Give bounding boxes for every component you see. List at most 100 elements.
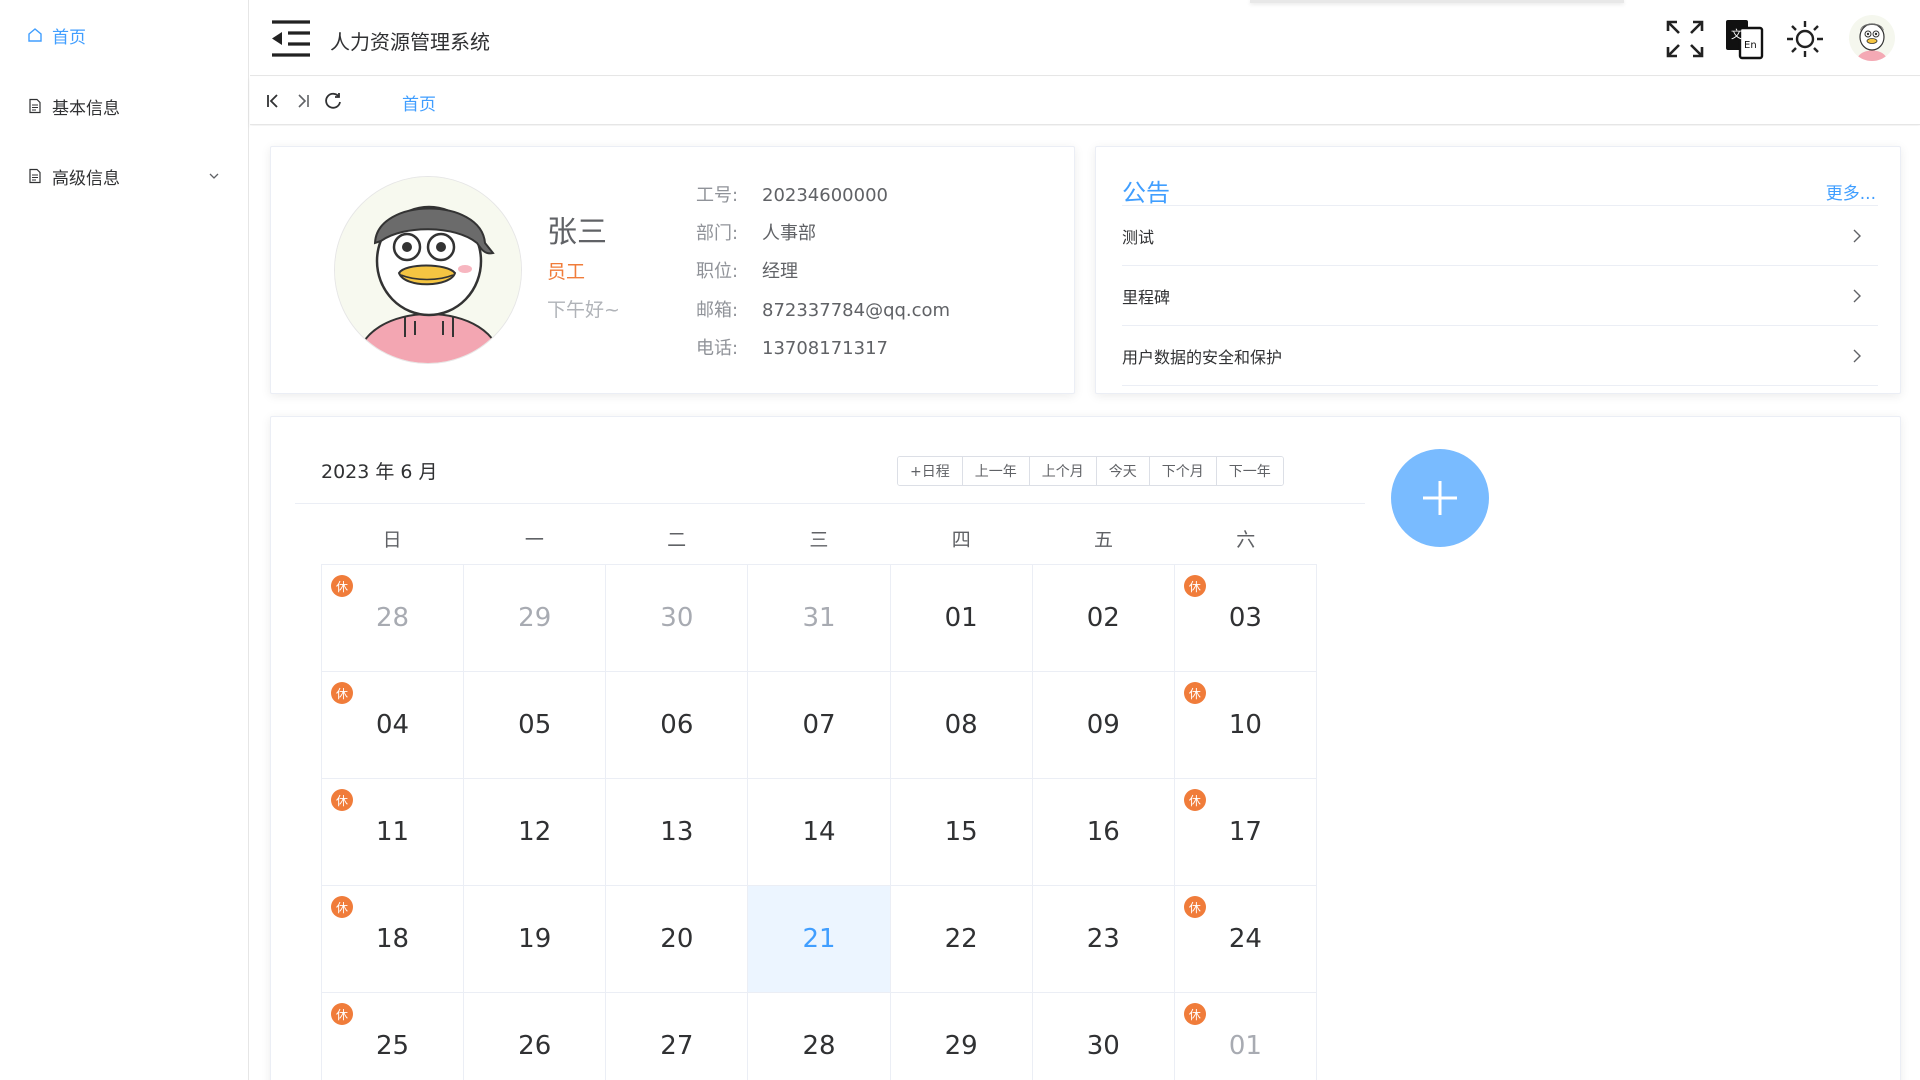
calendar-day[interactable]: 26 (464, 993, 607, 1080)
calendar-day[interactable]: 休 17 (1174, 779, 1317, 886)
calendar-day[interactable]: 休 18 (322, 886, 465, 993)
calendar-week: 休 25 26 27 28 29 30 休 01 (322, 993, 1317, 1080)
calendar-day[interactable]: 13 (606, 779, 749, 886)
field-label: 邮箱: (696, 300, 739, 321)
tab-home[interactable]: 首页 (402, 90, 436, 115)
calendar-day[interactable]: 06 (606, 672, 749, 779)
notice-item[interactable]: 测试 (1122, 206, 1878, 266)
last-page-icon[interactable] (292, 90, 314, 112)
rest-badge: 休 (331, 896, 353, 918)
app-title: 人力资源管理系统 (330, 30, 490, 54)
calendar-day[interactable]: 29 (464, 565, 607, 672)
fullscreen-icon[interactable] (1664, 18, 1706, 60)
day-number: 20 (660, 924, 694, 954)
rest-badge: 休 (331, 575, 353, 597)
calendar-day[interactable]: 19 (464, 886, 607, 993)
rest-badge: 休 (331, 1003, 353, 1025)
calendar-day[interactable]: 14 (748, 779, 891, 886)
weekday-label: 四 (951, 529, 971, 551)
calendar-day-today[interactable]: 21 (748, 886, 891, 993)
calendar-day[interactable]: 休 10 (1174, 672, 1317, 779)
sidebar-item-home[interactable]: 首页 (0, 7, 248, 63)
calendar-day[interactable]: 28 (748, 993, 891, 1080)
calendar-day[interactable]: 30 (606, 565, 749, 672)
day-number: 30 (660, 603, 694, 633)
calendar-day[interactable]: 02 (1032, 565, 1175, 672)
day-number: 24 (1228, 924, 1262, 954)
calendar-day[interactable]: 01 (890, 565, 1033, 672)
sidebar-item-label: 基本信息 (52, 98, 120, 119)
divider (1122, 385, 1878, 386)
calendar-week: 休 28 29 30 31 01 02 休 03 (322, 565, 1317, 672)
chevron-down-icon[interactable] (206, 168, 222, 184)
next-month-button[interactable]: 下个月 (1149, 457, 1217, 485)
notice-card: 公告 更多... 测试 里程碑 用户数据的安全和保护 (1095, 146, 1901, 394)
calendar-day[interactable]: 20 (606, 886, 749, 993)
calendar-day[interactable]: 休 04 (322, 672, 465, 779)
first-page-icon[interactable] (262, 90, 284, 112)
top-header: 人力资源管理系统 文 En (250, 0, 1920, 76)
calendar-day[interactable]: 休 01 (1175, 993, 1317, 1080)
avatar[interactable] (1849, 15, 1895, 61)
field-value: 872337784@qq.com (762, 300, 951, 321)
day-number: 05 (518, 710, 552, 740)
calendar-day[interactable]: 休 24 (1174, 886, 1317, 993)
calendar-title: 2023 年 6 月 (321, 461, 438, 483)
calendar-day[interactable]: 29 (891, 993, 1033, 1080)
day-number: 19 (518, 924, 552, 954)
sun-icon[interactable] (1784, 18, 1826, 60)
add-event-fab[interactable] (1391, 449, 1489, 547)
calendar-day[interactable]: 22 (890, 886, 1033, 993)
prev-month-button[interactable]: 上个月 (1029, 457, 1097, 485)
rest-badge: 休 (1183, 682, 1206, 704)
calendar-day[interactable]: 05 (464, 672, 607, 779)
notice-item[interactable]: 用户数据的安全和保护 (1122, 326, 1878, 386)
calendar-day[interactable]: 27 (606, 993, 749, 1080)
weekday-label: 五 (1093, 529, 1113, 551)
sidebar-item-advanced-info[interactable]: 高级信息 (0, 148, 248, 204)
calendar-day[interactable]: 16 (1032, 779, 1175, 886)
calendar-day[interactable]: 09 (1032, 672, 1175, 779)
notice-item[interactable]: 里程碑 (1122, 266, 1878, 326)
notice-item-label: 里程碑 (1122, 288, 1171, 307)
rest-badge: 休 (1183, 575, 1206, 597)
day-number: 06 (660, 710, 694, 740)
calendar-day[interactable]: 15 (890, 779, 1033, 886)
refresh-icon[interactable] (322, 90, 344, 112)
profile-field-position: 职位: 经理 (696, 257, 798, 283)
menu-fold-icon[interactable] (270, 18, 312, 58)
divider (295, 503, 1365, 504)
calendar-day[interactable]: 休 28 (322, 565, 465, 672)
rest-badge: 休 (1183, 1003, 1206, 1025)
day-number: 30 (1086, 1031, 1120, 1061)
field-value: 13708171317 (762, 338, 888, 359)
calendar-nav-group: +日程 上一年 上个月 今天 下个月 下一年 (897, 456, 1284, 486)
translate-icon[interactable]: 文 En (1724, 18, 1766, 60)
calendar-day[interactable]: 08 (890, 672, 1033, 779)
document-icon (26, 167, 44, 185)
calendar-day[interactable]: 12 (464, 779, 607, 886)
calendar-day[interactable]: 31 (748, 565, 891, 672)
employee-name: 张三 (547, 215, 607, 250)
calendar-day[interactable]: 休 25 (322, 993, 465, 1080)
day-number: 28 (802, 1031, 836, 1061)
today-button[interactable]: 今天 (1096, 457, 1150, 485)
calendar-week: 休 11 12 13 14 15 16 休 17 (322, 779, 1317, 886)
day-number: 28 (376, 603, 410, 633)
calendar-day[interactable]: 休 11 (322, 779, 465, 886)
rest-badge: 休 (1183, 896, 1206, 918)
prev-year-button[interactable]: 上一年 (962, 457, 1030, 485)
add-schedule-button[interactable]: +日程 (898, 457, 963, 485)
day-number: 16 (1086, 817, 1120, 847)
calendar-day[interactable]: 07 (748, 672, 891, 779)
next-year-button[interactable]: 下一年 (1216, 457, 1283, 485)
calendar-day[interactable]: 30 (1033, 993, 1175, 1080)
greeting-text: 下午好~ (547, 299, 620, 321)
day-number: 26 (518, 1031, 552, 1061)
sidebar-item-basic-info[interactable]: 基本信息 (0, 78, 248, 134)
field-value: 经理 (762, 261, 798, 282)
calendar-day[interactable]: 23 (1032, 886, 1175, 993)
calendar-day[interactable]: 休 03 (1174, 565, 1317, 672)
calendar-card: 2023 年 6 月 +日程 上一年 上个月 今天 下个月 下一年 日 一 二 … (270, 416, 1901, 1080)
notice-more-link[interactable]: 更多... (1826, 179, 1876, 204)
